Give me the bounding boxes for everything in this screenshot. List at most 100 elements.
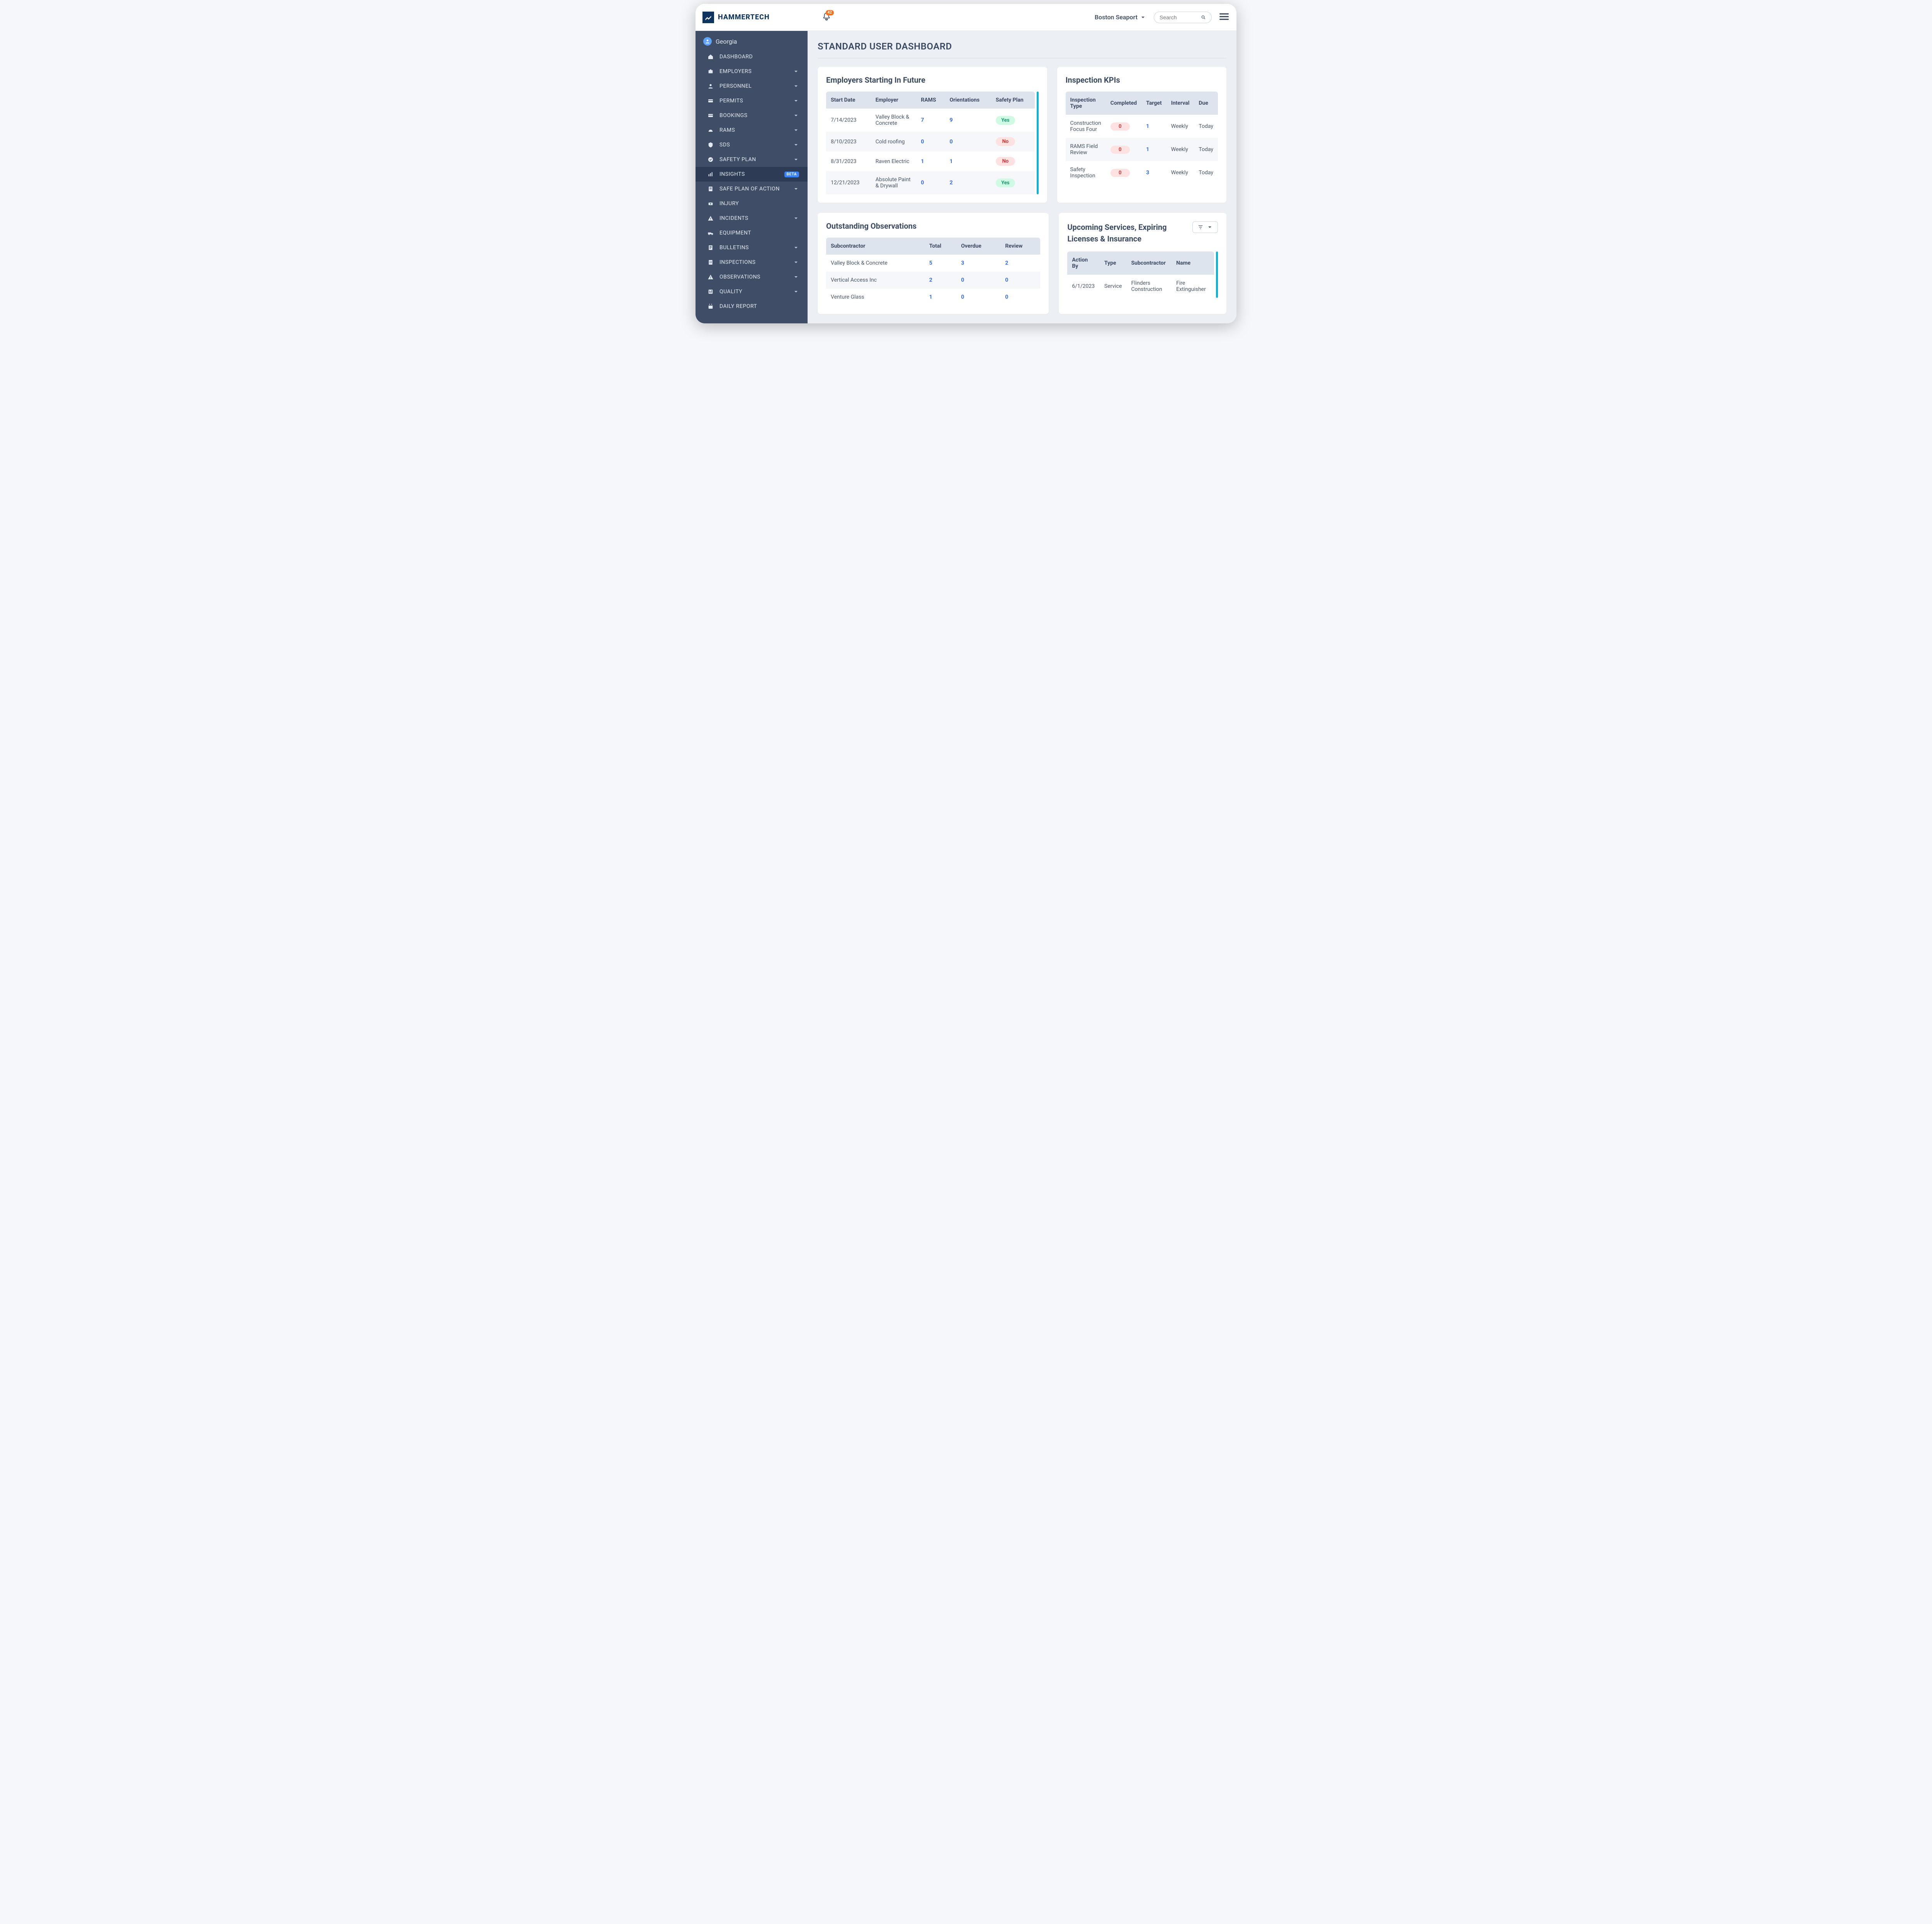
nav-icon [707, 171, 714, 177]
sidebar-item-label: DAILY REPORT [719, 303, 799, 309]
brand-mark-icon [702, 12, 714, 23]
sidebar-item-personnel[interactable]: PERSONNEL [696, 79, 808, 93]
sidebar-item-incidents[interactable]: INCIDENTS [696, 211, 808, 226]
outstanding-observations-card: Outstanding Observations SubcontractorTo… [818, 213, 1049, 314]
sidebar-item-injury[interactable]: INJURY [696, 196, 808, 211]
cell-rams[interactable]: 0 [916, 132, 945, 151]
table-row: Vertical Access Inc 2 0 0 [826, 272, 1040, 289]
nav-icon [707, 245, 714, 251]
sidebar: Georgia DASHBOARD EMPLOYERS PERSONNEL PE… [696, 31, 808, 323]
cell-subcontractor: Vertical Access Inc [826, 272, 925, 289]
cell-rams[interactable]: 7 [916, 109, 945, 132]
sidebar-item-label: INSIGHTS [719, 171, 779, 177]
sidebar-item-observations[interactable]: OBSERVATIONS [696, 270, 808, 284]
kpi-table: Inspection TypeCompletedTargetIntervalDu… [1066, 92, 1218, 184]
nav-icon [707, 215, 714, 221]
cell-safety-plan: Yes [991, 109, 1035, 132]
sidebar-item-inspections[interactable]: INSPECTIONS [696, 255, 808, 270]
avatar-icon [703, 37, 712, 46]
nav-icon [707, 303, 714, 309]
search-box[interactable] [1154, 12, 1212, 23]
cell-review[interactable]: 2 [1000, 255, 1040, 272]
cell-completed: 0 [1106, 161, 1142, 184]
cell-overdue[interactable]: 0 [956, 272, 1000, 289]
search-icon [1201, 14, 1206, 20]
scroll-indicator[interactable] [1216, 252, 1218, 298]
table-row: 12/21/2023 Absolute Paint & Drywall 0 2 … [826, 171, 1035, 194]
cell-target[interactable]: 3 [1141, 161, 1166, 184]
observations-table: SubcontractorTotalOverdueReview Valley B… [826, 238, 1040, 306]
cell-employer: Valley Block & Concrete [871, 109, 917, 132]
employers-table: Start DateEmployerRAMSOrientationsSafety… [826, 92, 1035, 194]
column-header: Target [1141, 92, 1166, 115]
notifications-button[interactable]: 42 [822, 12, 831, 22]
sidebar-item-label: DASHBOARD [719, 54, 799, 60]
cell-rams[interactable]: 0 [916, 171, 945, 194]
nav-icon [707, 68, 714, 75]
cell-overdue[interactable]: 3 [956, 255, 1000, 272]
sidebar-item-label: BOOKINGS [719, 112, 787, 119]
cell-interval: Weekly [1167, 115, 1194, 138]
chevron-down-icon [793, 156, 799, 163]
sidebar-item-insights[interactable]: INSIGHTS BETA [696, 167, 808, 182]
sidebar-item-equipment[interactable]: EQUIPMENT [696, 226, 808, 240]
cell-orientations[interactable]: 2 [945, 171, 991, 194]
brand-logo[interactable]: HAMMERTECH [702, 12, 815, 23]
sidebar-item-employers[interactable]: EMPLOYERS [696, 64, 808, 79]
filter-button[interactable] [1192, 221, 1218, 233]
sidebar-item-quality[interactable]: QUALITY [696, 284, 808, 299]
table-row: 6/1/2023 Service Flinders Construction F… [1067, 275, 1214, 298]
column-header: Subcontractor [1126, 252, 1172, 275]
cell-orientations[interactable]: 0 [945, 132, 991, 151]
menu-button[interactable] [1219, 11, 1230, 24]
table-row: Valley Block & Concrete 5 3 2 [826, 255, 1040, 272]
scroll-indicator[interactable] [1037, 92, 1039, 194]
sidebar-item-dashboard[interactable]: DASHBOARD [696, 49, 808, 64]
cell-target[interactable]: 1 [1141, 138, 1166, 161]
cell-orientations[interactable]: 9 [945, 109, 991, 132]
nav-icon [707, 98, 714, 104]
cell-orientations[interactable]: 1 [945, 151, 991, 171]
column-header: Interval [1167, 92, 1194, 115]
cell-overdue[interactable]: 0 [956, 289, 1000, 306]
sidebar-item-safety-plan[interactable]: SAFETY PLAN [696, 152, 808, 167]
cell-rams[interactable]: 1 [916, 151, 945, 171]
upcoming-services-card: Upcoming Services, Expiring Licenses & I… [1059, 213, 1226, 314]
project-switcher[interactable]: Boston Seaport [1095, 14, 1146, 21]
card-title: Outstanding Observations [826, 221, 1040, 231]
cell-total[interactable]: 2 [925, 272, 957, 289]
sidebar-item-permits[interactable]: PERMITS [696, 93, 808, 108]
cell-target[interactable]: 1 [1141, 115, 1166, 138]
sidebar-item-label: SAFETY PLAN [719, 156, 787, 163]
cell-total[interactable]: 5 [925, 255, 957, 272]
sidebar-item-bulletins[interactable]: BULLETINS [696, 240, 808, 255]
cell-employer: Absolute Paint & Drywall [871, 171, 917, 194]
table-row: Venture Glass 1 0 0 [826, 289, 1040, 306]
upcoming-table: Action ByTypeSubcontractorName 6/1/2023 … [1067, 252, 1214, 298]
sidebar-item-sds[interactable]: SDS [696, 138, 808, 152]
user-profile[interactable]: Georgia [696, 31, 808, 49]
filter-icon [1197, 224, 1204, 230]
cell-total[interactable]: 1 [925, 289, 957, 306]
nav-icon [707, 289, 714, 295]
sidebar-item-safe-plan-of-action[interactable]: SAFE PLAN OF ACTION [696, 182, 808, 196]
chevron-down-icon [793, 259, 799, 265]
sidebar-item-daily-report[interactable]: DAILY REPORT [696, 299, 808, 314]
cell-due: Today [1194, 115, 1218, 138]
column-header: Overdue [956, 238, 1000, 255]
page-title: STANDARD USER DASHBOARD [818, 39, 1226, 58]
sidebar-item-label: RAMS [719, 127, 787, 133]
table-row: 7/14/2023 Valley Block & Concrete 7 9 Ye… [826, 109, 1035, 132]
column-header: Action By [1067, 252, 1100, 275]
brand-name: HAMMERTECH [718, 13, 770, 21]
sidebar-item-rams[interactable]: RAMS [696, 123, 808, 138]
cell-interval: Weekly [1167, 138, 1194, 161]
sidebar-item-bookings[interactable]: BOOKINGS [696, 108, 808, 123]
cell-review[interactable]: 0 [1000, 289, 1040, 306]
nav-icon [707, 186, 714, 192]
cell-review[interactable]: 0 [1000, 272, 1040, 289]
chevron-down-icon [1207, 224, 1213, 230]
nav-icon [707, 201, 714, 207]
cell-subcontractor: Flinders Construction [1126, 275, 1172, 298]
search-input[interactable] [1160, 14, 1197, 20]
